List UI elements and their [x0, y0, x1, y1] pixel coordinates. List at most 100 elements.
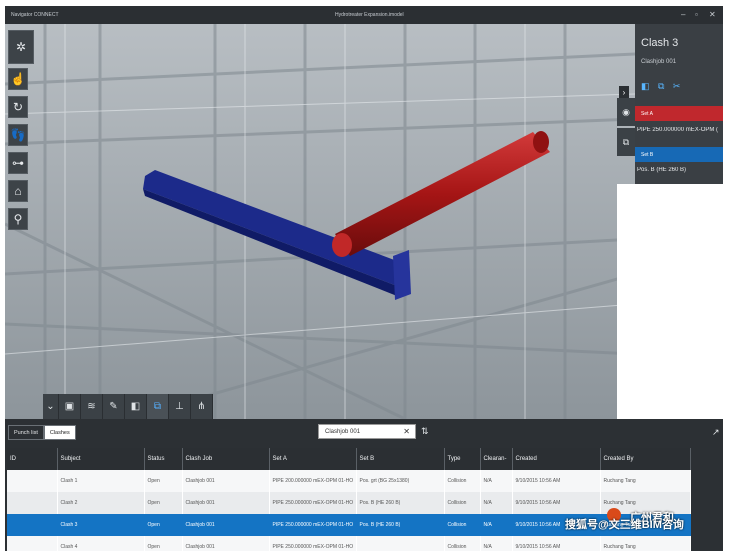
- table-header: ID Subject Status Clash Job Set A Set B …: [7, 448, 691, 470]
- expand-panel-button[interactable]: ›: [619, 86, 629, 98]
- table-cell: N/A: [480, 492, 513, 514]
- set-b-header[interactable]: Set B: [635, 147, 723, 162]
- section-icon[interactable]: ◧: [125, 394, 147, 419]
- set-b-value: Pos. B (HE 260 B): [637, 167, 687, 173]
- column-header[interactable]: Set A: [269, 448, 357, 470]
- eye-icon[interactable]: ◉: [617, 98, 635, 126]
- export-icon[interactable]: ↗: [712, 427, 720, 438]
- table-cell: PIPE 200.000000 mEX-OPM 01-HO: [269, 470, 357, 492]
- table-row[interactable]: Clash 2 Open Clashjob 001 PIPE 250.00000…: [7, 492, 691, 514]
- table-cell: [7, 470, 58, 492]
- column-header[interactable]: ID: [7, 448, 58, 470]
- table-cell: Clash 4: [57, 536, 145, 551]
- hierarchy-icon[interactable]: ⋔: [191, 394, 213, 419]
- table-cell: Ruchang Tang: [600, 470, 691, 492]
- home-view-icon[interactable]: ⌂: [8, 180, 28, 202]
- app-title: Navigator CONNECT: [11, 12, 59, 18]
- clash-job-filter[interactable]: Clashjob 001 ✕: [318, 424, 416, 439]
- set-a-header[interactable]: Set A: [635, 106, 723, 121]
- table-cell: Clashjob 001: [182, 514, 270, 536]
- table-cell: Collision: [444, 470, 481, 492]
- minimize-button[interactable]: –: [681, 10, 685, 19]
- table-cell: Open: [144, 470, 183, 492]
- table-cell: N/A: [480, 536, 513, 551]
- table-cell: Clashjob 001: [182, 492, 270, 514]
- tree-icon[interactable]: ⊥: [169, 394, 191, 419]
- table-cell: 9/10/2015 10:56 AM: [512, 492, 601, 514]
- table-cell: [356, 536, 445, 551]
- table-cell: Pos. grt (BG 25x1380): [356, 470, 445, 492]
- 3d-viewport[interactable]: [5, 24, 635, 419]
- app-window: Navigator CONNECT Hydrotreater Expansion…: [5, 6, 723, 551]
- clash-table: ID Subject Status Clash Job Set A Set B …: [7, 448, 691, 551]
- rotate-tool-icon[interactable]: ↻: [8, 96, 28, 118]
- display-toggle-icons[interactable]: ◧ ⧉ ✂: [641, 81, 683, 92]
- column-header[interactable]: Status: [144, 448, 183, 470]
- column-header[interactable]: Created: [512, 448, 601, 470]
- bottom-toolbar: ⌄ ▣ ≋ ✎ ◧ ⧉ ⊥ ⋔: [43, 394, 213, 419]
- table-cell: N/A: [480, 470, 513, 492]
- table-cell: 9/10/2015 10:56 AM: [512, 536, 601, 551]
- set-a-value: PIPE 250.000000 mEX-OPM (: [637, 127, 719, 133]
- view-icon[interactable]: ▣: [59, 394, 81, 419]
- column-header[interactable]: Clearan-: [480, 448, 513, 470]
- set-a-label: Set A: [641, 110, 653, 117]
- table-cell: PIPE 250.000000 mEX-OPM 01-HO: [269, 514, 357, 536]
- set-b-label: Set B: [641, 151, 654, 158]
- clash-job-filter-value: Clashjob 001: [325, 428, 361, 435]
- table-cell: Ruchang Tang: [600, 536, 691, 551]
- navigation-cube-icon[interactable]: ✲: [8, 30, 34, 64]
- zoom-tool-icon[interactable]: ⚲: [8, 208, 28, 230]
- clear-filter-icon[interactable]: ✕: [403, 427, 410, 436]
- table-cell: Pos. B (HE 260 B): [356, 492, 445, 514]
- side-panel-background: [617, 184, 723, 419]
- clash-title: Clash 3: [641, 37, 679, 49]
- walk-tool-icon[interactable]: 👣: [8, 124, 28, 146]
- table-cell: Pos. B (HE 260 B): [356, 514, 445, 536]
- column-header[interactable]: Subject: [57, 448, 145, 470]
- table-cell: [7, 514, 58, 536]
- model-render: [5, 24, 635, 419]
- measure-tool-icon[interactable]: ⊶: [8, 152, 28, 174]
- list-tabs: Punch list Clashes: [8, 425, 76, 440]
- table-cell: Collision: [444, 536, 481, 551]
- table-cell: 9/10/2015 10:56 AM: [512, 470, 601, 492]
- tab-punch-list[interactable]: Punch list: [8, 425, 44, 440]
- select-tool-icon[interactable]: ☝: [8, 68, 28, 90]
- table-cell: N/A: [480, 514, 513, 536]
- column-header[interactable]: Created By: [600, 448, 691, 470]
- table-row[interactable]: Clash 4 Open Clashjob 001 PIPE 250.00000…: [7, 536, 691, 551]
- table-cell: Clash 1: [57, 470, 145, 492]
- table-cell: Open: [144, 492, 183, 514]
- watermark-line2: 搜狐号@文三维BIM咨询: [565, 519, 684, 531]
- tab-clashes[interactable]: Clashes: [43, 425, 76, 440]
- close-button[interactable]: ✕: [709, 10, 716, 19]
- sort-icon[interactable]: ⇅: [421, 426, 429, 437]
- clash-detail-icon[interactable]: ⧉: [617, 128, 635, 156]
- table-row[interactable]: Clash 1 Open Clashjob 001 PIPE 200.00000…: [7, 470, 691, 492]
- clash-job-label: Clashjob 001: [641, 59, 677, 65]
- table-cell: Collision: [444, 514, 481, 536]
- table-cell: Clash 3: [57, 514, 145, 536]
- collapse-icon[interactable]: ⌄: [43, 394, 59, 419]
- table-cell: Clashjob 001: [182, 470, 270, 492]
- table-cell: [7, 492, 58, 514]
- layers-icon[interactable]: ≋: [81, 394, 103, 419]
- column-header[interactable]: Type: [444, 448, 481, 470]
- table-cell: Collision: [444, 492, 481, 514]
- table-cell: Open: [144, 514, 183, 536]
- table-cell: Clash 2: [57, 492, 145, 514]
- clash-detail-panel: Clash 3 Clashjob 001 ◧ ⧉ ✂ Set A PIPE 25…: [635, 24, 723, 184]
- markup-icon[interactable]: ✎: [103, 394, 125, 419]
- table-cell: PIPE 250.000000 mEX-OPM 01-HO: [269, 536, 357, 551]
- column-header[interactable]: Clash Job: [182, 448, 270, 470]
- table-cell: [7, 536, 58, 551]
- column-header[interactable]: Set B: [356, 448, 445, 470]
- title-bar: Navigator CONNECT Hydrotreater Expansion…: [5, 6, 723, 24]
- maximize-button[interactable]: ▫: [695, 10, 698, 19]
- document-title: Hydrotreater Expansion.imodel: [335, 12, 404, 18]
- table-cell: PIPE 250.000000 mEX-OPM 01-HO: [269, 492, 357, 514]
- clash-icon[interactable]: ⧉: [147, 394, 169, 419]
- table-cell: Open: [144, 536, 183, 551]
- table-cell: Clashjob 001: [182, 536, 270, 551]
